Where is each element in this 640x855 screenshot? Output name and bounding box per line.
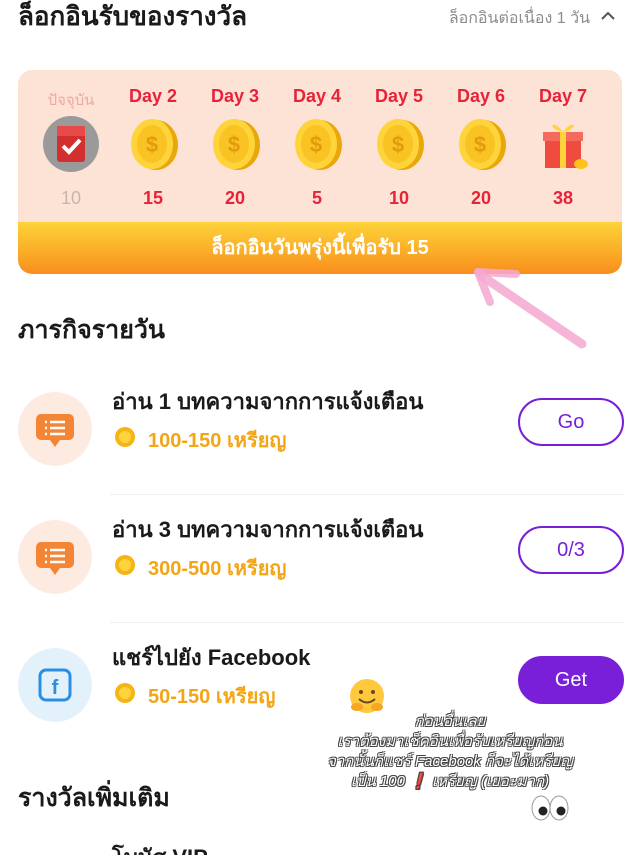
svg-text:$: $	[392, 132, 404, 157]
checkin-card: ปัจจุบัน 10 Day 2 $ 15 Day 3 $ 20 Day 4	[18, 70, 622, 274]
day-today: ปัจจุบัน 10	[30, 70, 112, 220]
task-reward: 300-500 เหรียญ	[148, 558, 287, 580]
chevron-up-icon[interactable]	[598, 6, 618, 26]
day-5: Day 5 $ 10	[358, 70, 440, 220]
gold-coin-icon: $	[377, 119, 424, 170]
message-icon	[18, 520, 92, 594]
message-icon	[18, 392, 92, 466]
checkin-tomorrow-button[interactable]: ล็อกอินวันพรุ่งนี้เพื่อรับ 15	[18, 222, 622, 274]
day-label: Day 2	[128, 86, 178, 106]
divider	[110, 494, 624, 495]
coin-icon	[115, 427, 135, 447]
pink-arrow-annotation	[474, 268, 587, 349]
eyes-icon	[531, 795, 569, 821]
more-rewards-title: รางวัลเพิ่มเติม	[18, 784, 170, 812]
svg-text:$: $	[310, 132, 322, 157]
checkin-title: ล็อกอินรับของรางวัล	[18, 1, 248, 31]
user-annotation-text: ก่อนอื่นเลย เราต้องมาเช็คอินเพื่อรับเหรี…	[300, 712, 600, 792]
task-row: อ่าน 1 บทความจากการแจ้งเตือน 100-150 เหร…	[0, 376, 640, 504]
day-7: Day 7 38	[522, 70, 604, 220]
red-envelope-checked-icon	[43, 116, 99, 172]
svg-text:$: $	[228, 132, 240, 157]
coin-icon	[115, 555, 135, 575]
get-button[interactable]: Get	[518, 656, 624, 704]
day-value: 38	[552, 188, 574, 208]
divider	[110, 622, 624, 623]
day-4: Day 4 $ 5	[276, 70, 358, 220]
gold-coin-icon: $	[295, 119, 342, 170]
annotation-line: ก่อนอื่นเลย	[414, 713, 486, 730]
day-label: ปัจจุบัน	[47, 92, 95, 109]
go-button[interactable]: Go	[518, 398, 624, 446]
annotation-line: เป็น 100 ❗ เหรียญ (เยอะมาก)	[350, 773, 550, 790]
day-label: Day 6	[456, 86, 506, 106]
day-value: 20	[224, 188, 246, 208]
daily-tasks-title: ภารกิจรายวัน	[18, 316, 165, 344]
day-value: 10	[388, 188, 410, 208]
svg-text:$: $	[146, 132, 158, 157]
streak-text: ล็อกอินต่อเนื่อง 1 วัน	[448, 10, 590, 27]
gift-box-icon	[543, 124, 588, 169]
task-name: อ่าน 3 บทความจากการแจ้งเตือน	[112, 517, 424, 542]
day-value: 5	[311, 188, 322, 208]
day-2: Day 2 $ 15	[112, 70, 194, 220]
svg-text:f: f	[52, 677, 59, 699]
gold-coin-icon: $	[131, 119, 178, 170]
svg-text:$: $	[474, 132, 486, 157]
task-reward: 100-150 เหรียญ	[148, 430, 287, 452]
gold-coin-icon: $	[213, 119, 260, 170]
progress-button[interactable]: 0/3	[518, 526, 624, 574]
day-3: Day 3 $ 20	[194, 70, 276, 220]
day-label: Day 7	[538, 86, 588, 106]
coin-icon	[115, 683, 135, 703]
gold-coin-icon: $	[459, 119, 506, 170]
task-name: อ่าน 1 บทความจากการแจ้งเตือน	[112, 389, 424, 414]
day-label: Day 4	[292, 86, 342, 106]
facebook-icon: f	[18, 648, 92, 722]
task-name: แชร์ไปยัง Facebook	[112, 645, 311, 670]
day-6: Day 6 $ 20	[440, 70, 522, 220]
day-label: Day 3	[210, 86, 260, 106]
day-label: Day 5	[374, 86, 424, 106]
day-value: 10	[60, 188, 82, 208]
task-row: อ่าน 3 บทความจากการแจ้งเตือน 300-500 เหร…	[0, 504, 640, 632]
checkin-header: ล็อกอินรับของรางวัล ล็อกอินต่อเนื่อง 1 ว…	[0, 0, 640, 40]
annotation-line: จากนั้นก็แชร์ Facebook ก็จะได้เหรียญ	[327, 753, 573, 770]
task-reward: 50-150 เหรียญ	[148, 686, 276, 708]
day-value: 15	[142, 188, 164, 208]
day-value: 20	[470, 188, 492, 208]
vip-bonus-label: โบนัส VIP	[112, 840, 208, 855]
annotation-line: เราต้องมาเช็คอินเพื่อรับเหรียญก่อน	[337, 733, 563, 750]
hugging-face-icon	[350, 679, 384, 713]
